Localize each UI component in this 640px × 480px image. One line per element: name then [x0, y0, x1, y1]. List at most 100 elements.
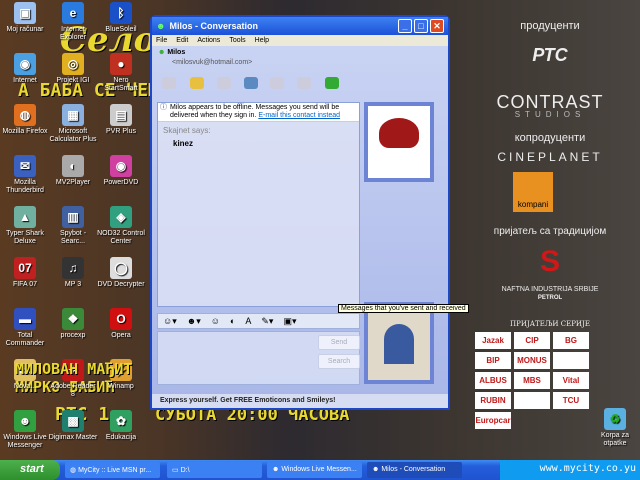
- desktop-icon-glyph-icon: ✉: [14, 155, 36, 177]
- desktop-icon[interactable]: ▤ PVR Plus: [96, 104, 146, 136]
- send-button[interactable]: Send: [318, 335, 360, 350]
- desktop-icon-label: BlueSoleil: [105, 26, 137, 33]
- recycle-bin-label: Korpa za otpatke: [600, 432, 630, 447]
- producers-label: продуценти: [520, 20, 580, 32]
- desktop-icon[interactable]: ◉ Internet: [0, 53, 50, 85]
- desktop-icon[interactable]: ▬ Total Commander: [0, 308, 50, 348]
- nis-label: NAFTNA INDUSTRIJA SRBIJE: [501, 286, 599, 293]
- menu-edit[interactable]: Edit: [176, 37, 188, 44]
- kompani-logo: kompani: [513, 172, 553, 212]
- desktop-icon[interactable]: ▲ Typer Shark Deluxe: [0, 206, 50, 246]
- desktop-icon-glyph-icon: ✿: [110, 410, 132, 432]
- desktop-icon-label: Digimax Master: [48, 434, 98, 441]
- desktop-icon[interactable]: e Internet Explorer: [48, 2, 98, 42]
- desktop-icon[interactable]: 07 FIFA 07: [0, 257, 50, 289]
- search-button[interactable]: Search: [318, 354, 360, 369]
- invite-icon[interactable]: [162, 77, 176, 89]
- desktop-icon-glyph-icon: ◯: [110, 257, 132, 279]
- menu-help[interactable]: Help: [255, 37, 269, 44]
- sponsor-logo: Vital: [553, 372, 589, 389]
- call-icon[interactable]: [244, 77, 258, 89]
- task-drive-d[interactable]: ▭ D:\: [167, 462, 262, 478]
- activities-icon[interactable]: [270, 77, 284, 89]
- desktop-icon-label: Mozilla Firefox: [2, 128, 48, 135]
- conversation-body: ☻ Milos <milosvuk@hotmail.com> ⓘ Milos a…: [152, 46, 448, 408]
- font-icon[interactable]: A: [245, 316, 251, 326]
- status-bar-ad[interactable]: Express yourself. Get FREE Emoticons and…: [152, 394, 448, 408]
- desktop-icon[interactable]: ✿ Edukacija: [96, 410, 146, 442]
- desktop-icon-glyph-icon: ▥: [62, 206, 84, 228]
- task-messenger[interactable]: ☻ Windows Live Messen...: [267, 462, 362, 478]
- email-contact-link[interactable]: E-mail this contact instead: [258, 112, 340, 119]
- desktop-icon-glyph-icon: ◉: [110, 155, 132, 177]
- message-history[interactable]: ⓘ Milos appears to be offline. Messages …: [157, 102, 360, 307]
- desktop-icon[interactable]: ▦ Microsoft Calculator Plus: [48, 104, 98, 144]
- messenger-icon: ☻: [272, 466, 282, 473]
- close-button[interactable]: ✕: [430, 19, 444, 33]
- desktop-icon[interactable]: ◈ NOD32 Control Center: [96, 206, 146, 246]
- desktop-icon-label: procexp: [60, 332, 86, 339]
- menu-actions[interactable]: Actions: [197, 37, 220, 44]
- desktop-icon[interactable]: ● Nero StartSmart: [96, 53, 146, 93]
- sponsor-logo: Europcar: [475, 412, 511, 429]
- desktop-icon[interactable]: ✉ Mozilla Thunderbird: [0, 155, 50, 195]
- contact-email: <milosvuk@hotmail.com>: [172, 59, 253, 66]
- background-icon[interactable]: ✎▾: [261, 316, 273, 327]
- maximize-button[interactable]: □: [414, 19, 428, 33]
- webcam-icon[interactable]: [217, 77, 231, 89]
- task-mycity[interactable]: ◍ MyCity :: Live MSN pr...: [65, 462, 160, 478]
- desktop-icon[interactable]: ◉ PowerDVD: [96, 155, 146, 187]
- voice-clip-icon[interactable]: ◐: [230, 316, 235, 326]
- desktop-icon[interactable]: ♫ MP 3: [48, 257, 98, 289]
- petrol-label: PETROL: [537, 295, 563, 301]
- desktop-icon[interactable]: ▥ Spybot - Searc...: [48, 206, 98, 246]
- desktop-icon-label: Microsoft Calculator Plus: [49, 128, 97, 143]
- desktop-icon[interactable]: ◎ Projekt IGI: [48, 53, 98, 85]
- desktop-icon-glyph-icon: ᛒ: [110, 2, 132, 24]
- desktop-icon-label: Nova...: [13, 383, 37, 390]
- desktop-icon-label: NOD32 Control Center: [97, 230, 145, 245]
- task-label: Milos - Conversation: [381, 466, 446, 473]
- sponsor-logo: CIP: [514, 332, 550, 349]
- games-icon[interactable]: [297, 77, 311, 89]
- recycle-bin[interactable]: ♻ Korpa za otpatke: [590, 408, 640, 448]
- desktop-icon[interactable]: ❖ procexp: [48, 308, 98, 340]
- menu-tools[interactable]: Tools: [229, 37, 245, 44]
- desktop-icon-label: Internet: [13, 77, 37, 84]
- conversation-window[interactable]: ☻ Milos - Conversation _ □ ✕ File Edit A…: [150, 15, 450, 410]
- block-icon[interactable]: [325, 77, 339, 89]
- desktop-icon[interactable]: ▣ Moj računar: [0, 2, 50, 34]
- contact-name: Milos: [167, 49, 186, 56]
- task-label: Windows Live Messen...: [281, 466, 357, 473]
- tradition-label: пријатељ са традицијом: [493, 226, 607, 237]
- messenger-icon: ☻: [156, 21, 166, 31]
- send-files-icon[interactable]: [190, 77, 204, 89]
- message-input[interactable]: Send Search: [157, 331, 360, 385]
- desktop-icon-glyph-icon: ▤: [110, 104, 132, 126]
- desktop-icon[interactable]: ᛒ BlueSoleil: [96, 2, 146, 34]
- menu-file[interactable]: File: [156, 37, 167, 44]
- desktop-icon-label: Edukacija: [105, 434, 137, 441]
- desktop-icon[interactable]: ◯ DVD Decrypter: [96, 257, 146, 289]
- desktop-icon-label: Total Commander: [5, 332, 45, 347]
- task-conversation[interactable]: ☻ Milos - Conversation: [367, 462, 462, 478]
- desktop-icon[interactable]: ◍ Mozilla Firefox: [0, 104, 50, 136]
- minimize-button[interactable]: _: [398, 19, 412, 33]
- drive-icon: ▭: [172, 467, 181, 474]
- desktop-icon[interactable]: ◐ MV2Player: [48, 155, 98, 187]
- wink-icon[interactable]: ☻▾: [187, 316, 201, 327]
- desktop-icon[interactable]: ☻ Windows Live Messenger: [0, 410, 50, 450]
- title-bar[interactable]: ☻ Milos - Conversation _ □ ✕: [152, 17, 448, 35]
- nudge-icon[interactable]: ☺: [211, 316, 220, 326]
- own-display-picture[interactable]: [364, 302, 434, 384]
- emoticon-icon[interactable]: ☺▾: [163, 316, 177, 327]
- sponsor-logo: [514, 392, 550, 409]
- crest-icon: [379, 118, 419, 148]
- share-icon[interactable]: ▣▾: [283, 316, 296, 327]
- desktop-icon[interactable]: ▩ Digimax Master: [48, 410, 98, 442]
- friends-label: ПРИЈАТЕЉИ СЕРИЈЕ: [510, 320, 590, 328]
- start-button[interactable]: start: [0, 460, 60, 480]
- desktop-icon[interactable]: O Opera: [96, 308, 146, 340]
- contact-display-picture[interactable]: [364, 102, 434, 182]
- message-sender: Skajnet says:: [163, 126, 211, 135]
